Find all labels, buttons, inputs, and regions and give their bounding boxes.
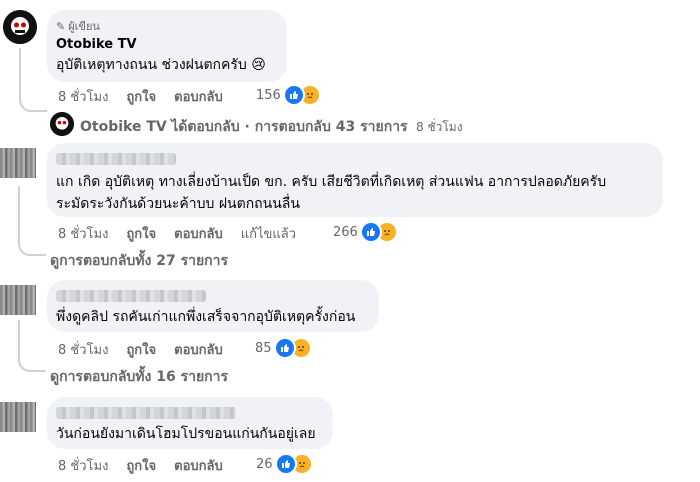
reply-button[interactable]: ตอบกลับ [174, 223, 223, 244]
crying-emoji: 😢 [251, 57, 266, 73]
comment-bubble: แก เกิด อุบัติเหตุ ทางเลี่ยงบ้านเป็ด ขก.… [47, 143, 663, 217]
comment-actions: 8 ชั่วโมง ถูกใจ ตอบกลับ [58, 86, 241, 107]
reply-author-name: Otobike TV [80, 119, 167, 135]
like-button[interactable]: ถูกใจ [126, 223, 156, 244]
like-reaction-icon [282, 84, 305, 106]
reply-button[interactable]: ตอบกลับ [174, 86, 223, 107]
author-logo-icon [50, 112, 74, 136]
comment-actions: 8 ชั่วโมง ถูกใจ ตอบกลับ [58, 339, 241, 360]
view-replies-link[interactable]: ดูการตอบกลับทั้ง 27 รายการ [50, 250, 228, 272]
like-button[interactable]: ถูกใจ [126, 339, 156, 360]
comment-time[interactable]: 8 ชั่วโมง [58, 339, 108, 360]
comment-bubble: วันก่อนยังมาเดินโฮมโปรขอนแก่นกันอยู่เลย [47, 397, 333, 449]
reaction-summary[interactable]: 156 [256, 84, 321, 106]
view-replies-link[interactable]: Otobike TV ได้ตอบกลับ · การตอบกลับ 43 รา… [80, 116, 463, 138]
view-replies-link[interactable]: ดูการตอบกลับทั้ง 16 รายการ [50, 366, 228, 388]
thread-line [19, 48, 21, 98]
reaction-summary[interactable]: 85 [255, 337, 312, 359]
commenter-name-blurred[interactable] [56, 407, 236, 419]
comment-bubble-author: ✎ ผู้เขียน Otobike TV อุบัติเหตุทางถนน ช… [47, 10, 287, 82]
commenter-avatar-blurred[interactable] [0, 285, 36, 315]
reaction-summary[interactable]: 266 [333, 221, 398, 243]
like-reaction-icon [359, 221, 382, 243]
commenter-name-blurred[interactable] [56, 153, 176, 165]
comment-time[interactable]: 8 ชั่วโมง [58, 86, 108, 107]
author-badge: ✎ ผู้เขียน [56, 19, 100, 34]
reply-author-avatar[interactable] [50, 112, 74, 136]
like-button[interactable]: ถูกใจ [126, 455, 156, 476]
comment-text: พึ่งดูคลิป รถคันเก่าแกพึ่งเสร็จจากอุบัติ… [56, 309, 356, 325]
reaction-count: 266 [333, 224, 358, 240]
reaction-count: 85 [255, 340, 272, 356]
commenter-avatar-blurred[interactable] [0, 148, 36, 178]
comment-text: อุบัติเหตุทางถนน ช่วงฝนตกครับ 😢 [56, 57, 266, 73]
pen-icon: ✎ [56, 19, 66, 33]
author-logo-icon [3, 10, 37, 44]
reply-button[interactable]: ตอบกลับ [174, 339, 223, 360]
reaction-summary[interactable]: 26 [256, 453, 313, 475]
thread-line-curve [19, 96, 47, 112]
commenter-name-blurred[interactable] [56, 290, 206, 302]
reply-button[interactable]: ตอบกลับ [174, 455, 223, 476]
reaction-count: 26 [256, 456, 273, 472]
like-reaction-icon [273, 337, 296, 359]
commenter-avatar-blurred[interactable] [0, 402, 36, 432]
comment-actions: 8 ชั่วโมง ถูกใจ ตอบกลับ แก้ไขแล้ว [58, 223, 314, 244]
comment-text: แก เกิด อุบัติเหตุ ทางเลี่ยงบ้านเป็ด ขก.… [56, 174, 607, 212]
comment-bubble: พึ่งดูคลิป รถคันเก่าแกพึ่งเสร็จจากอุบัติ… [47, 280, 379, 332]
comment-actions: 8 ชั่วโมง ถูกใจ ตอบกลับ [58, 455, 241, 476]
reply-time: 8 ชั่วโมง [416, 120, 463, 134]
comment-time[interactable]: 8 ชั่วโมง [58, 223, 108, 244]
thread-line-curve [18, 186, 46, 256]
comment-text: วันก่อนยังมาเดินโฮมโปรขอนแก่นกันอยู่เลย [56, 426, 316, 442]
like-button[interactable]: ถูกใจ [126, 86, 156, 107]
author-avatar[interactable] [3, 10, 37, 44]
comment-time[interactable]: 8 ชั่วโมง [58, 455, 108, 476]
thread-line-curve [18, 320, 46, 372]
comment-author-name[interactable]: Otobike TV [56, 37, 137, 52]
edited-label: แก้ไขแล้ว [240, 227, 297, 242]
like-reaction-icon [274, 453, 297, 475]
reaction-count: 156 [256, 87, 281, 103]
